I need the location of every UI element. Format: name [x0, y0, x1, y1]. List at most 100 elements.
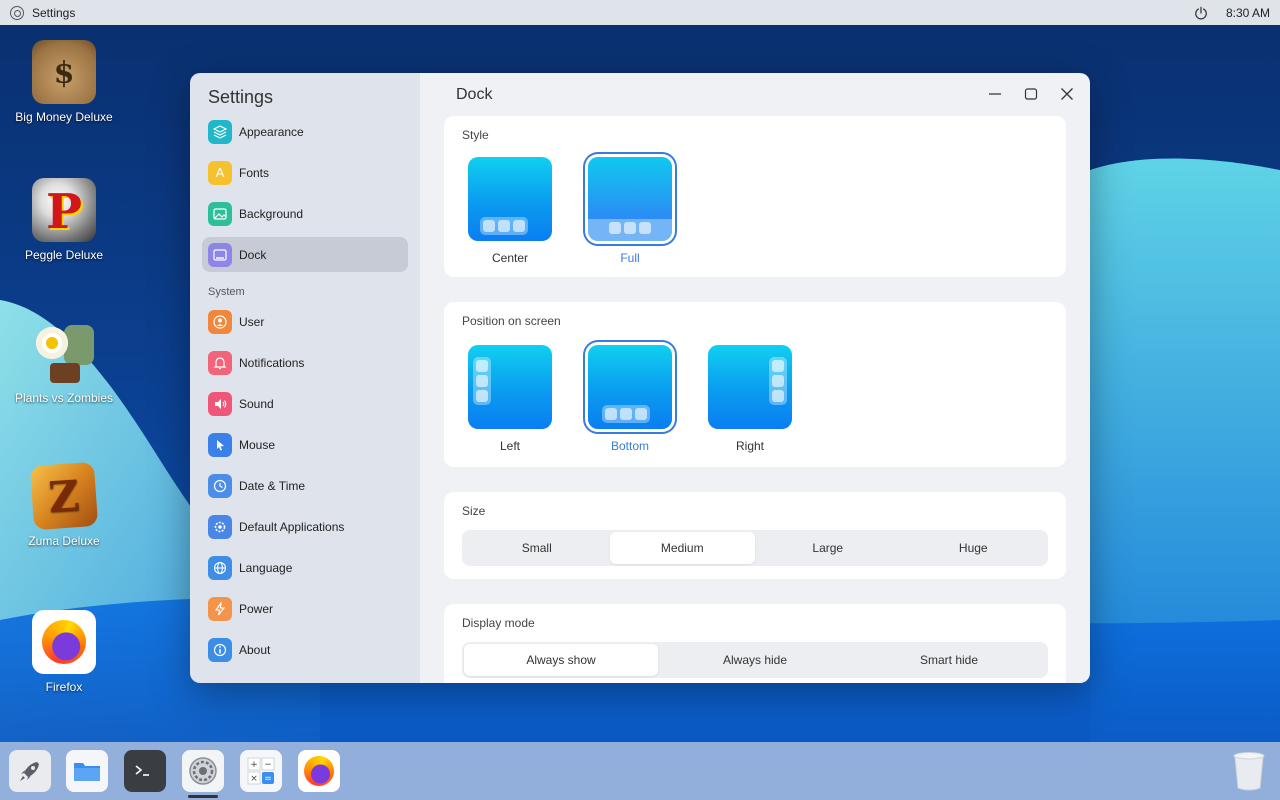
desktop-icon-label: Big Money Deluxe	[15, 110, 113, 124]
option-label: Left	[499, 439, 520, 453]
style-option-full[interactable]: Full	[582, 157, 678, 265]
sidebar-item-mouse[interactable]: Mouse	[202, 427, 408, 462]
size-small-button[interactable]: Small	[464, 532, 610, 564]
position-right-preview	[708, 345, 792, 429]
settings-window: Settings Appearance A Fonts Background D…	[190, 73, 1090, 683]
sidebar-item-label: Fonts	[239, 165, 270, 180]
sidebar-item-label: Date & Time	[239, 478, 306, 493]
sidebar-item-power[interactable]: Power	[202, 591, 408, 626]
position-left-preview	[468, 345, 552, 429]
svg-text:×: ×	[250, 774, 258, 784]
bell-icon	[208, 350, 232, 375]
desktop-icon-label: Peggle Deluxe	[24, 248, 104, 262]
sidebar-item-label: Power	[239, 601, 274, 616]
svg-text:=: =	[264, 774, 272, 784]
sidebar-item-sound[interactable]: Sound	[202, 386, 408, 421]
position-card: Position on screen Left Bottom Right	[444, 302, 1066, 467]
font-icon: A	[208, 160, 232, 185]
sidebar-item-user[interactable]: User	[202, 304, 408, 339]
sidebar-item-label: Sound	[239, 396, 274, 411]
size-large-button[interactable]: Large	[755, 532, 901, 564]
position-option-left[interactable]: Left	[462, 345, 558, 453]
position-option-bottom[interactable]: Bottom	[582, 345, 678, 453]
cursor-icon	[208, 432, 232, 457]
always-show-button[interactable]: Always show	[464, 644, 658, 676]
sidebar-item-language[interactable]: Language	[202, 550, 408, 585]
display-mode-label: Display mode	[462, 616, 535, 630]
money-bag-icon: $	[32, 40, 96, 104]
settings-sidebar: Settings Appearance A Fonts Background D…	[190, 73, 420, 683]
sidebar-item-fonts[interactable]: A Fonts	[202, 155, 408, 190]
size-medium-button[interactable]: Medium	[609, 532, 755, 564]
sidebar-item-about[interactable]: About	[202, 632, 408, 667]
lightning-icon	[208, 596, 232, 621]
size-label: Size	[462, 504, 486, 518]
desktop-icon-label: Plants vs Zombies	[14, 391, 114, 405]
clock-icon	[208, 473, 232, 498]
desktop-icon-peggle[interactable]: P Peggle Deluxe	[0, 178, 128, 262]
size-segmented-control: Small Medium Large Huge	[462, 530, 1048, 566]
sidebar-item-label: Notifications	[239, 355, 305, 370]
dock-icon	[208, 242, 232, 267]
desktop-icon-big-money[interactable]: $ Big Money Deluxe	[0, 40, 128, 124]
style-option-center[interactable]: Center	[462, 157, 558, 265]
minimize-icon	[989, 93, 1001, 95]
maximize-button[interactable]	[1020, 83, 1042, 105]
position-option-right[interactable]: Right	[702, 345, 798, 453]
style-label: Style	[462, 128, 489, 142]
terminal-icon[interactable]	[124, 750, 166, 792]
user-icon	[208, 309, 232, 334]
speaker-icon	[208, 391, 232, 416]
sidebar-item-label: About	[239, 642, 271, 657]
settings-gear-icon[interactable]	[10, 5, 24, 20]
files-folder-icon[interactable]	[66, 750, 108, 792]
window-controls	[984, 83, 1078, 105]
smart-hide-button[interactable]: Smart hide	[852, 644, 1046, 676]
sidebar-item-label: Background	[239, 206, 304, 221]
sidebar-item-dock[interactable]: Dock	[202, 237, 408, 272]
sidebar-item-label: Appearance	[239, 124, 304, 139]
settings-main-panel: Dock Style Center Full Position on scree…	[420, 73, 1090, 683]
power-icon[interactable]	[1194, 6, 1208, 20]
launcher-rocket-icon[interactable]	[9, 750, 51, 792]
firefox-icon[interactable]	[298, 750, 340, 792]
size-huge-button[interactable]: Huge	[901, 532, 1047, 564]
option-label: Full	[620, 251, 640, 265]
option-label: Center	[491, 251, 529, 265]
taskbar-dock: + − × =	[0, 742, 1280, 800]
plants-vs-zombies-icon	[32, 321, 96, 385]
style-center-preview	[468, 157, 552, 241]
peggle-icon: P	[32, 178, 96, 242]
top-bar: Settings 8:30 AM	[0, 0, 1280, 25]
active-app-indicator	[188, 795, 218, 798]
desktop-icon-firefox[interactable]: Firefox	[0, 610, 128, 694]
sidebar-item-label: Default Applications	[239, 519, 345, 534]
position-bottom-preview	[588, 345, 672, 429]
always-hide-button[interactable]: Always hide	[658, 644, 852, 676]
maximize-icon	[1024, 88, 1038, 100]
layers-icon	[208, 119, 232, 144]
image-icon	[208, 201, 232, 226]
sidebar-title: Settings	[208, 87, 274, 107]
desktop-icon-plants-vs-zombies[interactable]: Plants vs Zombies	[0, 321, 128, 405]
info-icon	[208, 637, 232, 662]
sidebar-item-appearance[interactable]: Appearance	[202, 114, 408, 149]
trash-icon[interactable]	[1228, 750, 1270, 792]
settings-gear-icon[interactable]	[182, 750, 224, 792]
sidebar-item-label: Dock	[239, 247, 267, 262]
clock[interactable]: 8:30 AM	[1226, 6, 1270, 20]
minimize-button[interactable]	[984, 83, 1006, 105]
close-button[interactable]	[1056, 83, 1078, 105]
calculator-icon[interactable]: + − × =	[240, 750, 282, 792]
svg-text:−: −	[264, 760, 272, 770]
sidebar-item-notifications[interactable]: Notifications	[202, 345, 408, 380]
option-label: Bottom	[610, 439, 649, 453]
sidebar-section-system: System	[208, 286, 245, 298]
sidebar-item-label: Language	[239, 560, 293, 575]
sidebar-item-default-applications[interactable]: Default Applications	[202, 509, 408, 544]
sidebar-item-background[interactable]: Background	[202, 196, 408, 231]
desktop-icon-zuma[interactable]: Z Zuma Deluxe	[0, 461, 128, 548]
firefox-icon	[32, 610, 96, 674]
sidebar-item-date-time[interactable]: Date & Time	[202, 468, 408, 503]
sidebar-item-label: User	[239, 314, 265, 329]
